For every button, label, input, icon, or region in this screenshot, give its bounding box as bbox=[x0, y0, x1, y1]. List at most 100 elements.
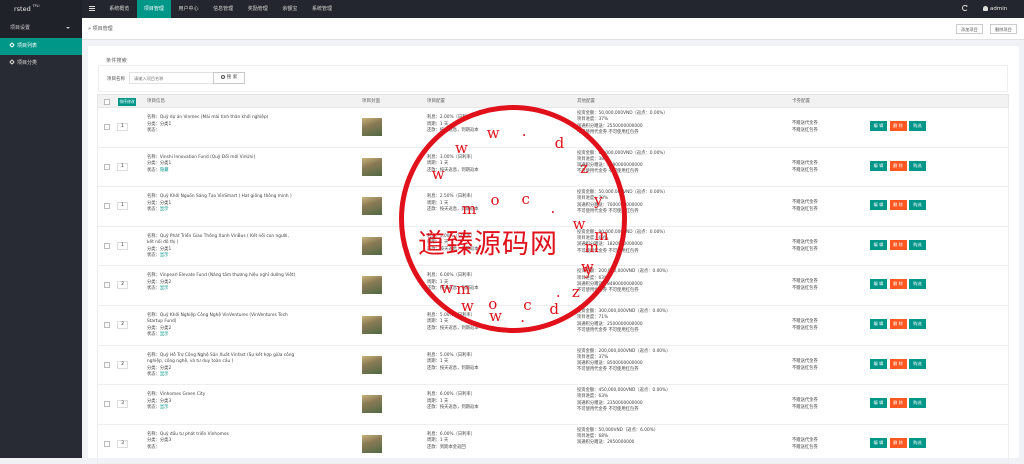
delete-button[interactable]: 删 除 bbox=[889, 358, 907, 369]
edit-button[interactable]: 编 辑 bbox=[870, 160, 887, 171]
page-tabs: » 项目管理 添加项目 删除项目 bbox=[82, 18, 1024, 40]
delete-button[interactable]: 删 除 bbox=[889, 318, 907, 329]
delete-button[interactable]: 删 除 bbox=[889, 239, 907, 250]
project-cover-image bbox=[362, 236, 382, 255]
buy-button[interactable]: 购选 bbox=[909, 279, 926, 290]
edit-button[interactable]: 编 辑 bbox=[870, 121, 887, 131]
sidebar-item-project-category[interactable]: 项目分类 bbox=[0, 55, 82, 72]
card-config: 不赠送代金券 不赠送红包券 bbox=[792, 358, 872, 372]
card-config: 不赠送代金券 不赠送红包券 bbox=[792, 239, 872, 253]
table-row: 3 名称：Quỹ đầu tư phát triển Vinhomes 分类：分类3… bbox=[97, 424, 1009, 464]
sort-update-button[interactable]: 排序修改 bbox=[118, 98, 137, 106]
delete-button[interactable]: 删 除 bbox=[889, 279, 907, 290]
user-menu[interactable]: admin bbox=[983, 0, 1007, 18]
sidebar: 项目设置 项目列表 项目分类 bbox=[0, 18, 82, 458]
edit-button[interactable]: 编 辑 bbox=[870, 437, 887, 448]
sort-input[interactable]: 2 bbox=[117, 281, 128, 290]
sort-input[interactable]: 1 bbox=[117, 123, 128, 131]
edit-button[interactable]: 编 辑 bbox=[870, 358, 887, 369]
sort-input[interactable]: 1 bbox=[117, 202, 128, 211]
topnav-item[interactable]: 余额宝 bbox=[275, 0, 305, 18]
breadcrumb-label: 项目管理 bbox=[92, 26, 113, 32]
buy-button[interactable]: 购选 bbox=[909, 318, 926, 329]
watermark-char: o bbox=[490, 190, 500, 209]
sort-input[interactable]: 2 bbox=[117, 360, 128, 369]
refresh-icon[interactable] bbox=[962, 5, 968, 11]
buy-button[interactable]: 购选 bbox=[909, 398, 926, 409]
card-line: 不赠送代金券 bbox=[792, 160, 818, 166]
buy-button[interactable]: 购选 bbox=[909, 160, 926, 171]
select-all-checkbox[interactable] bbox=[104, 98, 110, 105]
buy-button[interactable]: 购选 bbox=[909, 239, 926, 250]
header-info: 其他配置 bbox=[577, 99, 595, 104]
edit-button[interactable]: 编 辑 bbox=[870, 200, 887, 211]
status-label: 状态： bbox=[147, 444, 160, 450]
sidebar-item-project-list[interactable]: 项目列表 bbox=[0, 38, 82, 55]
add-project-button[interactable]: 添加项目 bbox=[956, 24, 983, 34]
project-info: 名称：Quỹ đầu tư phát triển Vinhomes 分类：分类3 状… bbox=[147, 432, 297, 452]
search-icon bbox=[220, 74, 225, 79]
project-status: 状态：隐藏 bbox=[147, 168, 297, 175]
delete-button[interactable]: 删 除 bbox=[889, 160, 907, 171]
row-checkbox[interactable] bbox=[104, 124, 110, 130]
table-row: 2 名称：Quỹ Hỗ Trợ Công Nghệ Sản Xuất Vinfas… bbox=[97, 345, 1009, 386]
delete-project-button[interactable]: 删除项目 bbox=[990, 24, 1017, 34]
row-checkbox[interactable] bbox=[104, 163, 110, 170]
delete-button[interactable]: 删 除 bbox=[889, 398, 907, 409]
row-checkbox[interactable] bbox=[104, 282, 110, 289]
topnav-item[interactable]: 系统概览 bbox=[102, 0, 137, 18]
watermark-char: d bbox=[549, 299, 559, 318]
buy-button[interactable]: 购选 bbox=[909, 358, 926, 369]
sort-input[interactable]: 3 bbox=[117, 400, 128, 409]
project-status: 状态：显示 bbox=[147, 253, 297, 260]
edit-button[interactable]: 编 辑 bbox=[870, 398, 887, 409]
sort-input[interactable]: 3 bbox=[117, 439, 128, 448]
status-label: 状态： bbox=[147, 286, 160, 292]
buy-button[interactable]: 购选 bbox=[909, 121, 926, 131]
status-value: 显示 bbox=[159, 286, 169, 292]
buy-button[interactable]: 购选 bbox=[909, 437, 926, 448]
buy-button[interactable]: 购选 bbox=[909, 200, 926, 211]
project-config: 利息：6.00%（日利率） 周期：1 天还款：按天返息，到期返本 bbox=[427, 392, 547, 412]
header-config: 项目配置 bbox=[427, 99, 445, 104]
search-button[interactable]: 搜 索 bbox=[213, 72, 245, 84]
sidebar-section[interactable]: 项目设置 bbox=[0, 18, 82, 38]
topnav-item[interactable]: 信息管理 bbox=[206, 0, 241, 18]
topnav-item[interactable]: 系统管理 bbox=[305, 0, 340, 18]
sort-input[interactable]: 2 bbox=[117, 320, 128, 329]
status-value: 显示 bbox=[159, 253, 169, 259]
card-line: 不赠送代金券 bbox=[792, 121, 818, 126]
row-checkbox[interactable] bbox=[104, 242, 110, 249]
topnav-item[interactable]: 用户中心 bbox=[171, 0, 206, 18]
card-line: 不赠送代金券 bbox=[792, 398, 818, 404]
project-config: 利息：5.00%（日利率） 周期：1 天还款：按天返息，到期返本 bbox=[427, 353, 547, 373]
row-actions: 编 辑删 除购选 bbox=[870, 398, 929, 409]
menu-toggle-icon[interactable] bbox=[89, 6, 95, 11]
edit-button[interactable]: 编 辑 bbox=[870, 279, 887, 290]
topnav-item[interactable]: 奖励管理 bbox=[240, 0, 275, 18]
row-checkbox[interactable] bbox=[104, 361, 110, 368]
watermark-char: . bbox=[521, 122, 527, 141]
status-value: 显示 bbox=[159, 372, 169, 378]
logo[interactable]: rsted TPL! bbox=[0, 0, 82, 18]
status-value: 显示 bbox=[159, 207, 169, 213]
project-name: 名称：Quỹ Khởi Nghiệp Công Nghệ VinVentures… bbox=[147, 312, 288, 325]
delete-button[interactable]: 删 除 bbox=[889, 121, 907, 131]
delete-button[interactable]: 删 除 bbox=[889, 200, 907, 211]
project-status: 状态： bbox=[147, 445, 297, 452]
row-checkbox[interactable] bbox=[104, 401, 110, 408]
sort-input[interactable]: 1 bbox=[117, 162, 128, 171]
topnav-item[interactable]: 项目管理 bbox=[136, 0, 172, 18]
delete-button[interactable]: 删 除 bbox=[889, 437, 907, 448]
row-checkbox[interactable] bbox=[104, 321, 110, 328]
edit-button[interactable]: 编 辑 bbox=[870, 239, 887, 250]
watermark-char: m bbox=[584, 237, 599, 256]
project-status: 状态：显示 bbox=[147, 332, 297, 339]
card-line: 不赠送红包券 bbox=[792, 365, 818, 371]
row-checkbox[interactable] bbox=[104, 203, 110, 210]
edit-button[interactable]: 编 辑 bbox=[870, 318, 887, 329]
project-cover-image bbox=[362, 157, 382, 176]
project-name-input[interactable] bbox=[129, 72, 219, 84]
row-checkbox[interactable] bbox=[104, 440, 110, 447]
sort-input[interactable]: 1 bbox=[117, 241, 128, 250]
